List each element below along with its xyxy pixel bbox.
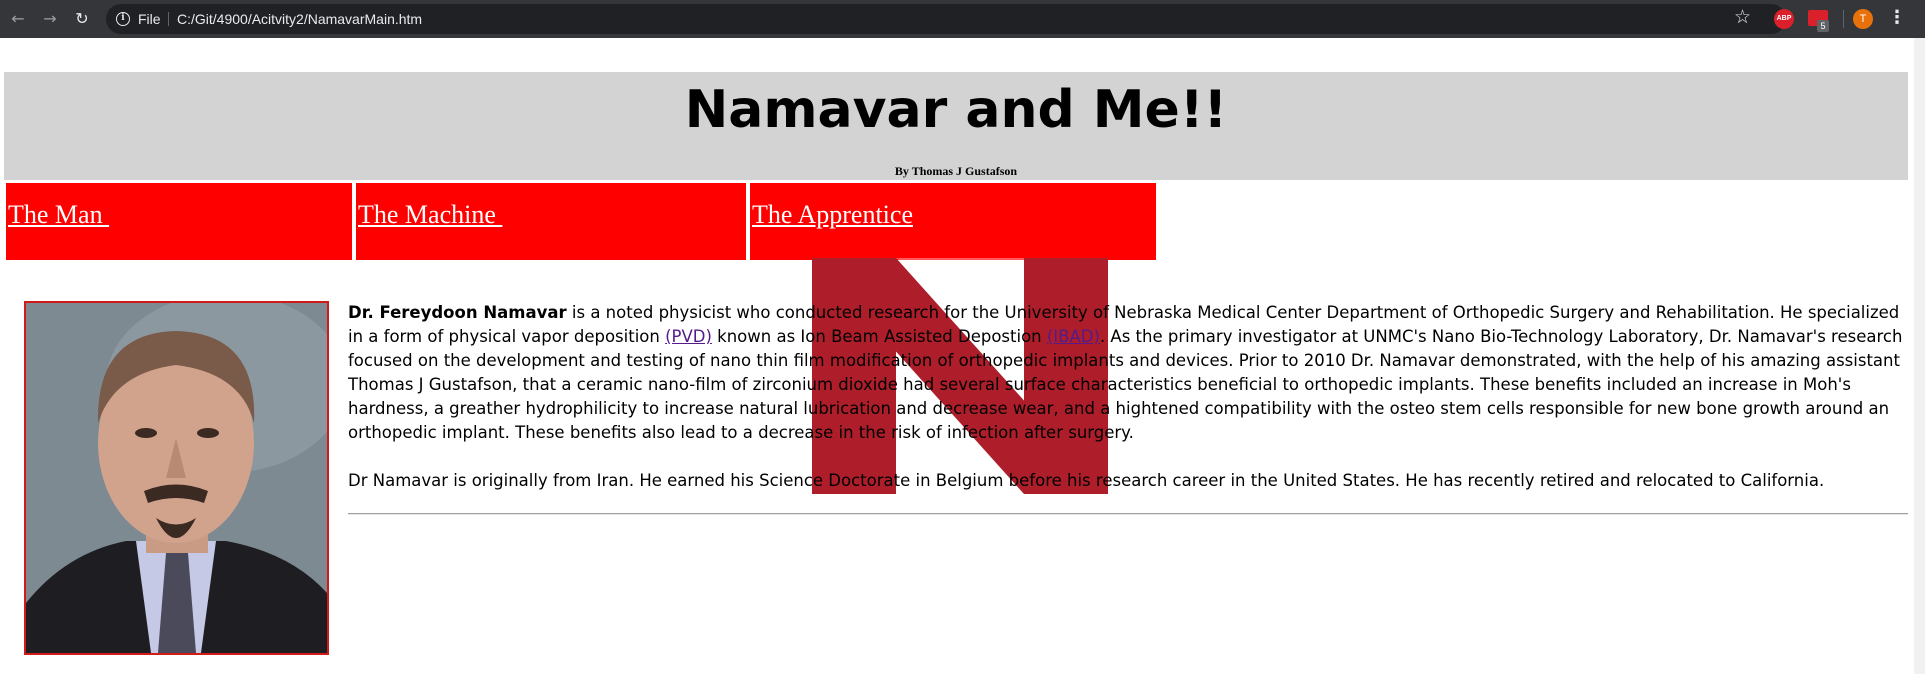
page-title: Namavar and Me!! [684,80,1228,140]
extension-badge: 5 [1817,20,1829,32]
avatar[interactable]: T [1853,9,1873,29]
nav-tab-the-man[interactable]: The Man [6,183,352,260]
info-icon[interactable]: i [116,12,130,26]
toolbar-divider [1843,10,1844,28]
forward-arrow-icon[interactable]: → [40,9,60,29]
url-text[interactable]: C:/Git/4900/Acitvity2/NamavarMain.htm [177,10,422,28]
nav-link-the-apprentice[interactable]: The Apprentice [752,200,913,230]
pvd-link[interactable]: (PVD) [665,327,712,346]
address-bar[interactable]: i File C:/Git/4900/Acitvity2/NamavarMain… [106,4,1786,34]
nav-tab-the-machine[interactable]: The Machine [356,183,746,260]
omnibox-divider [168,12,169,26]
portrait-image [26,303,327,653]
ibad-link[interactable]: (IBAD) [1047,327,1100,346]
scrollbar-track[interactable] [1914,38,1925,674]
horizontal-rule [348,513,1908,515]
profile-photo [24,301,329,655]
page-header: Namavar and Me!! By Thomas J Gustafson [4,72,1908,180]
byline: By Thomas J Gustafson [894,164,1018,178]
back-arrow-icon[interactable]: ← [8,9,28,29]
reload-icon[interactable]: ↻ [72,9,92,29]
nav-tab-the-apprentice[interactable]: The Apprentice [750,183,1156,260]
paragraph-text-1b: known as Ion Beam Assisted Depostion [711,327,1047,346]
browser-toolbar: ← → ↻ i File C:/Git/4900/Acitvity2/Namav… [0,0,1925,38]
adblock-icon[interactable]: ABP [1774,9,1794,29]
paragraph-background: Dr Namavar is originally from Iran. He e… [348,471,1825,490]
menu-icon[interactable]: ⋮ [1888,8,1906,28]
person-name: Dr. Fereydoon Namavar [348,303,567,322]
article-body: Dr. Fereydoon Namavar is a noted physici… [348,301,1908,517]
star-icon[interactable]: ☆ [1734,7,1751,27]
nav-link-the-man[interactable]: The Man [8,200,109,230]
nav-link-the-machine[interactable]: The Machine [358,200,502,230]
paragraph-research: Dr. Fereydoon Namavar is a noted physici… [348,301,1908,445]
scheme-label: File [138,11,161,27]
